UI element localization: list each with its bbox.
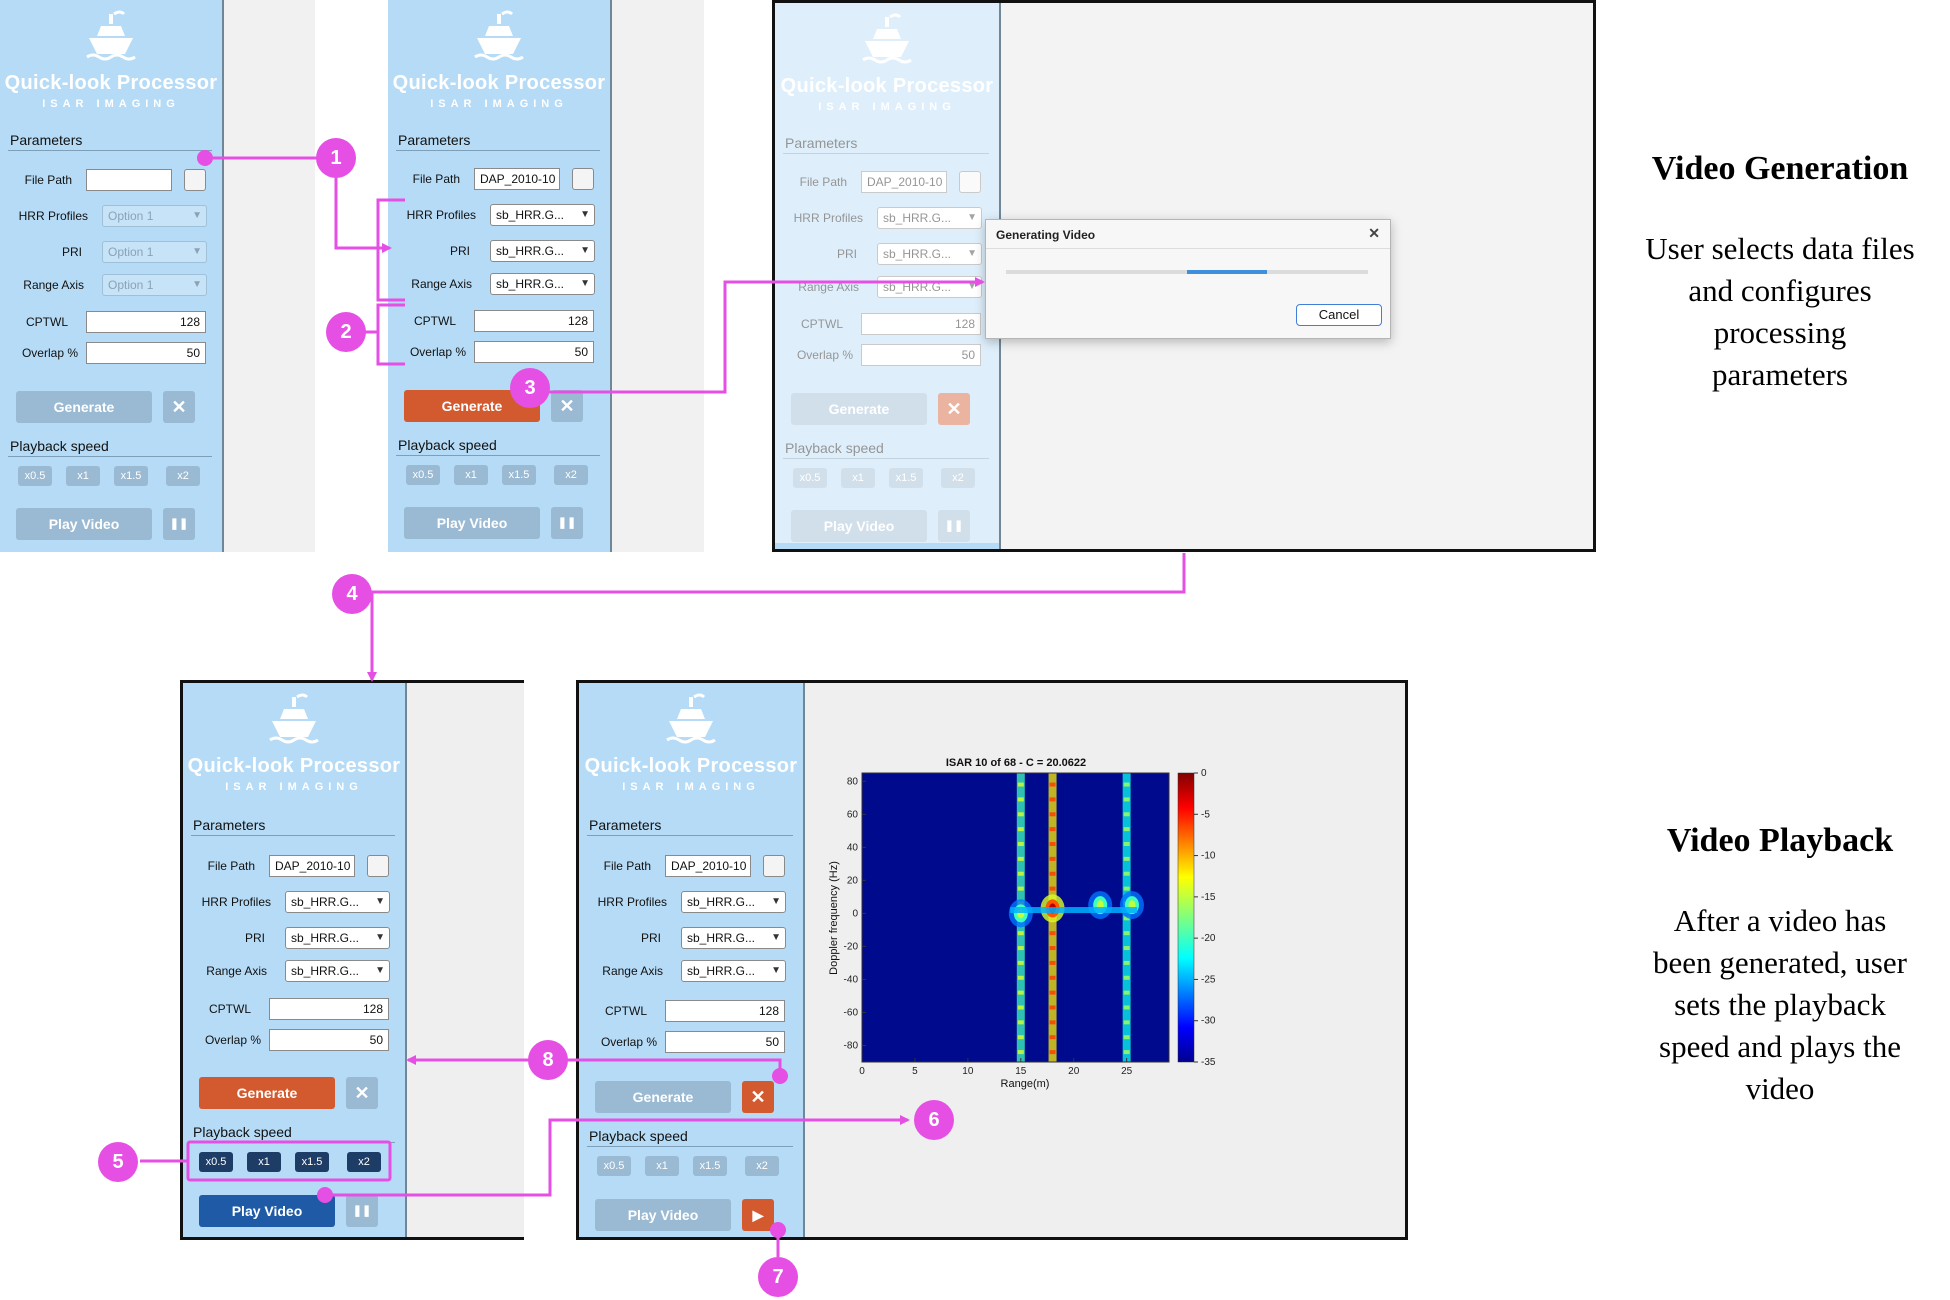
desc-line: been generated, user: [1653, 945, 1907, 980]
connector-6: [325, 1115, 910, 1197]
bracket-2-upper: [376, 198, 405, 302]
desc-line: speed and plays the: [1659, 1029, 1901, 1064]
section-title-playback: Video Playback: [1666, 822, 1894, 859]
section-desc-playback: After a video has been generated, user s…: [1610, 900, 1950, 1110]
callout-2: 2: [326, 312, 366, 352]
connector-dot: [772, 1068, 788, 1084]
section-title-generation: Video Generation: [1651, 150, 1909, 187]
connector-1: [205, 156, 392, 253]
connector-4: [367, 553, 1186, 682]
desc-line: User selects data files: [1645, 231, 1915, 266]
callout-7: 7: [758, 1257, 798, 1297]
callout-6: 6: [914, 1100, 954, 1140]
connector-8: [406, 1055, 782, 1075]
connector-3: [530, 277, 985, 394]
desc-line: video: [1745, 1071, 1815, 1106]
callout-3: 3: [510, 368, 550, 408]
bracket-5: [186, 1140, 392, 1182]
callout-5: 5: [98, 1142, 138, 1182]
connector-dot: [770, 1222, 786, 1238]
desc-line: parameters: [1712, 357, 1848, 392]
bracket-2-lower: [376, 303, 405, 366]
desc-line: and configures: [1688, 273, 1872, 308]
desc-line: processing: [1713, 315, 1847, 350]
callout-1: 1: [316, 138, 356, 178]
section-desc-generation: User selects data files and configures p…: [1610, 228, 1950, 396]
desc-line: After a video has: [1673, 903, 1887, 938]
connector-dot: [317, 1187, 333, 1203]
desc-line: sets the playback: [1674, 987, 1886, 1022]
connector-dot: [197, 150, 213, 166]
callout-8: 8: [528, 1040, 568, 1080]
callout-4: 4: [332, 574, 372, 614]
